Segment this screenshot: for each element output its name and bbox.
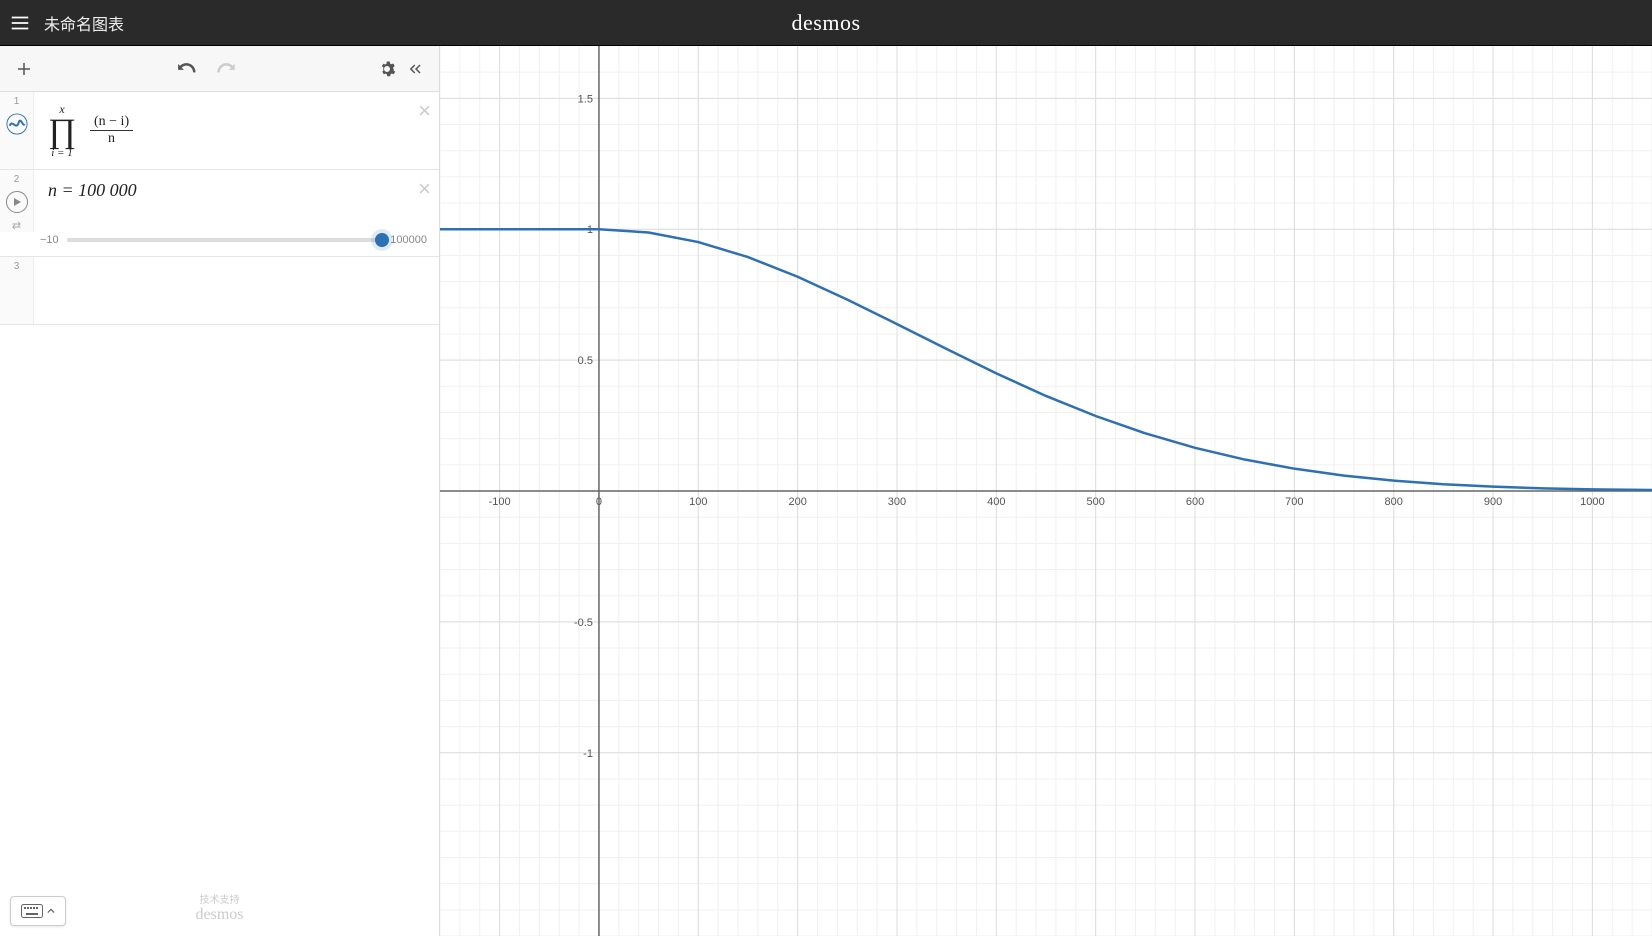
svg-text:0: 0 bbox=[596, 496, 602, 508]
expression-gutter: 1 bbox=[0, 92, 34, 169]
svg-text:100: 100 bbox=[689, 496, 707, 508]
fraction-numerator: (n − i) bbox=[90, 114, 133, 131]
expression-row-empty[interactable]: 3 bbox=[0, 257, 439, 325]
svg-text:1000: 1000 bbox=[1580, 496, 1604, 508]
app-header: 未命名图表 desmos bbox=[0, 0, 1652, 46]
svg-text:300: 300 bbox=[888, 496, 906, 508]
svg-text:900: 900 bbox=[1484, 496, 1502, 508]
svg-text:800: 800 bbox=[1385, 496, 1403, 508]
add-expression-button[interactable] bbox=[10, 55, 38, 83]
collapse-panel-button[interactable] bbox=[401, 55, 429, 83]
settings-button[interactable] bbox=[373, 55, 401, 83]
expression-toolbar bbox=[0, 46, 439, 92]
expression-list: 1 x ∏ i = 1 (n − i) n bbox=[0, 92, 439, 936]
graph-svg: -100 0 100 200 300 400 500 600 700 800 900 1000 -1 -0… bbox=[440, 46, 1652, 936]
fraction-denominator: n bbox=[104, 131, 119, 147]
svg-text:200: 200 bbox=[788, 496, 806, 508]
powered-by: 技术支持 desmos bbox=[196, 891, 244, 924]
powered-label: 技术支持 bbox=[196, 891, 244, 906]
slider-control: −10 100000 bbox=[0, 232, 439, 256]
svg-text:400: 400 bbox=[987, 496, 1005, 508]
svg-text:700: 700 bbox=[1285, 496, 1303, 508]
hamburger-icon bbox=[9, 12, 31, 34]
delete-expression-button[interactable]: × bbox=[418, 176, 431, 202]
play-slider-button[interactable] bbox=[6, 191, 28, 213]
expression-row[interactable]: 2 ⇄ n = 100 000 × −10 bbox=[0, 170, 439, 257]
svg-text:600: 600 bbox=[1186, 496, 1204, 508]
svg-text:1.5: 1.5 bbox=[578, 93, 593, 105]
slider-loop-icon[interactable]: ⇄ bbox=[12, 219, 21, 232]
play-icon bbox=[12, 197, 22, 207]
delete-expression-button[interactable]: × bbox=[418, 98, 431, 124]
keyboard-icon bbox=[21, 904, 43, 918]
chevron-double-left-icon bbox=[406, 60, 424, 78]
product-lower: i = 1 bbox=[51, 147, 72, 159]
expression-content[interactable]: x ∏ i = 1 (n − i) n bbox=[34, 92, 439, 169]
expression-plot-toggle[interactable] bbox=[6, 113, 28, 135]
curve-icon bbox=[6, 113, 28, 135]
powered-brand: desmos bbox=[196, 906, 244, 924]
slider-min[interactable]: −10 bbox=[40, 234, 59, 246]
slider-track[interactable] bbox=[67, 238, 383, 242]
gear-icon bbox=[378, 60, 396, 78]
expression-number: 3 bbox=[14, 261, 20, 272]
brand-logo: desmos bbox=[792, 10, 861, 36]
svg-text:-100: -100 bbox=[489, 496, 511, 508]
plus-icon bbox=[15, 60, 33, 78]
svg-text:-0.5: -0.5 bbox=[574, 617, 593, 629]
expression-row[interactable]: 1 x ∏ i = 1 (n − i) n bbox=[0, 92, 439, 170]
undo-icon bbox=[176, 59, 196, 79]
menu-button[interactable] bbox=[0, 0, 40, 46]
expression-number: 1 bbox=[14, 96, 20, 107]
svg-text:500: 500 bbox=[1086, 496, 1104, 508]
expression-number: 2 bbox=[14, 174, 20, 185]
slider-thumb[interactable] bbox=[375, 233, 389, 247]
slider-label: n = 100 000 bbox=[48, 180, 137, 200]
product-symbol: ∏ bbox=[48, 115, 76, 149]
chevron-up-icon bbox=[47, 907, 55, 915]
graph-title[interactable]: 未命名图表 bbox=[44, 11, 124, 35]
slider-max[interactable]: 100000 bbox=[390, 234, 427, 246]
expression-gutter: 3 bbox=[0, 257, 34, 324]
expression-panel: 1 x ∏ i = 1 (n − i) n bbox=[0, 46, 440, 936]
expression-gutter: 2 ⇄ bbox=[0, 170, 34, 232]
svg-text:-1: -1 bbox=[583, 748, 593, 760]
svg-text:0.5: 0.5 bbox=[578, 355, 593, 367]
expression-content[interactable]: n = 100 000 bbox=[34, 170, 439, 232]
main-area: 1 x ∏ i = 1 (n − i) n bbox=[0, 46, 1652, 936]
redo-icon bbox=[216, 59, 236, 79]
keyboard-toggle-button[interactable] bbox=[10, 896, 66, 926]
undo-button[interactable] bbox=[172, 55, 200, 83]
expression-content[interactable] bbox=[34, 257, 439, 324]
redo-button[interactable] bbox=[212, 55, 240, 83]
graph-canvas[interactable]: -100 0 100 200 300 400 500 600 700 800 900 1000 -1 -0… bbox=[440, 46, 1652, 936]
